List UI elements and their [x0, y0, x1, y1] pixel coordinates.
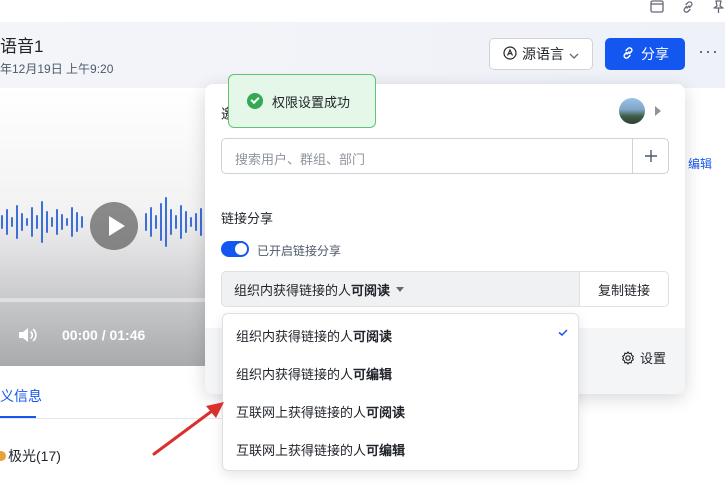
- option-level: 可编辑: [353, 366, 393, 382]
- permission-option[interactable]: 组织内获得链接的人 可编辑: [223, 354, 580, 392]
- permission-option[interactable]: 互联网上获得链接的人 可阅读: [223, 392, 580, 430]
- link-share-status: 已开启链接分享: [257, 244, 342, 258]
- link-share-title: 链接分享: [221, 211, 274, 226]
- share-button[interactable]: 分享: [605, 38, 685, 70]
- permission-prefix: 组织内获得链接的人: [234, 282, 352, 298]
- toast-message: 权限设置成功: [272, 94, 351, 110]
- recording-title: 语音1: [0, 37, 44, 56]
- chevron-down-icon: [569, 46, 579, 62]
- permission-dropdown: 组织内获得链接的人 可阅读 组织内获得链接的人 可编辑 互联网上获得链接的人 可阅读 …: [222, 313, 579, 471]
- gear-icon: [622, 350, 634, 365]
- window-icon[interactable]: [650, 0, 666, 14]
- option-level: 可编辑: [366, 442, 406, 458]
- copy-link-button[interactable]: 复制链接: [579, 271, 669, 307]
- annotation-arrow-icon: [152, 402, 224, 456]
- option-prefix: 组织内获得链接的人: [236, 328, 354, 344]
- search-input[interactable]: 搜索用户、群组、部门: [221, 138, 669, 174]
- share-link-icon: [621, 46, 635, 63]
- permission-option[interactable]: 组织内获得链接的人 可阅读: [223, 316, 580, 354]
- more-options-icon[interactable]: ···: [698, 42, 720, 62]
- source-language-label: 源语言: [522, 46, 564, 62]
- settings-button[interactable]: 设置: [621, 348, 666, 367]
- permission-option[interactable]: 互联网上获得链接的人 可编辑: [223, 430, 580, 468]
- toggle-knob: [235, 243, 247, 255]
- permission-level: 可阅读: [351, 282, 391, 298]
- edit-link[interactable]: 编辑: [688, 155, 712, 172]
- play-icon: [109, 216, 125, 236]
- settings-label: 设置: [640, 351, 667, 366]
- speaker-avatar: [0, 451, 6, 461]
- option-prefix: 互联网上获得链接的人: [236, 404, 367, 420]
- avatar[interactable]: [619, 98, 645, 124]
- tab-info[interactable]: 义信息: [0, 386, 42, 406]
- search-placeholder: 搜索用户、群组、部门: [235, 152, 366, 167]
- option-level: 可阅读: [366, 404, 406, 420]
- recording-date: 年12月19日 上午9:20: [0, 62, 114, 76]
- link-share-toggle[interactable]: [221, 241, 249, 257]
- caret-down-icon: [396, 286, 405, 292]
- success-icon: [247, 93, 263, 109]
- share-label: 分享: [641, 46, 669, 62]
- top-toolbar: [0, 0, 725, 22]
- volume-icon[interactable]: [17, 326, 39, 344]
- check-icon: [558, 329, 568, 336]
- translate-icon: [503, 45, 517, 63]
- speaker-item[interactable]: 极光(17): [0, 446, 61, 466]
- playback-time: 00:00 / 01:46: [62, 327, 146, 343]
- success-toast: 权限设置成功: [228, 74, 376, 128]
- plus-icon: [644, 150, 657, 162]
- add-member-button[interactable]: [632, 139, 668, 173]
- play-button[interactable]: [90, 202, 138, 250]
- option-prefix: 互联网上获得链接的人: [236, 442, 367, 458]
- permission-select[interactable]: 组织内获得链接的人 可阅读: [221, 271, 579, 307]
- chevron-right-icon[interactable]: [655, 106, 661, 116]
- option-prefix: 组织内获得链接的人: [236, 366, 354, 382]
- link-icon[interactable]: [681, 0, 697, 14]
- source-language-button[interactable]: 源语言: [489, 38, 593, 70]
- speaker-name: 极光(17): [8, 448, 61, 464]
- pin-icon[interactable]: [712, 0, 725, 14]
- option-level: 可阅读: [353, 328, 393, 344]
